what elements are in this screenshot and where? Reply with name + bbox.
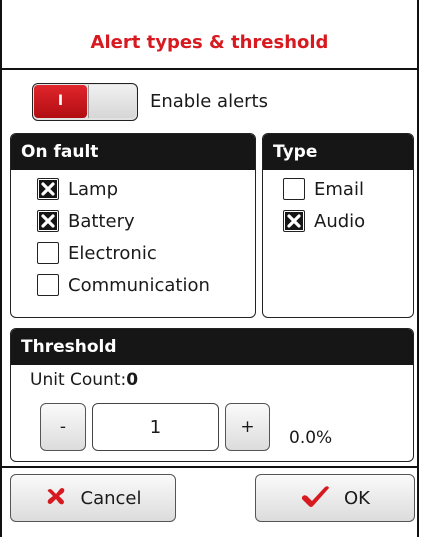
threshold-percent: 0.0%: [289, 428, 333, 448]
x-check-icon: [39, 180, 57, 198]
type-panel: Type Email Audio: [262, 133, 414, 318]
checkbox-label: Battery: [68, 210, 135, 232]
checkbox-email[interactable]: Email: [283, 176, 364, 202]
increment-button[interactable]: +: [225, 403, 270, 451]
dialog-title: Alert types & threshold: [90, 32, 329, 53]
checkbox-box: [283, 210, 305, 232]
checkbox-label: Lamp: [68, 178, 119, 200]
checkbox-box: [283, 178, 305, 200]
checkbox-label: Communication: [68, 274, 210, 296]
title-divider: [2, 68, 417, 70]
cancel-button[interactable]: Cancel: [10, 474, 176, 522]
footer-divider: [2, 466, 417, 468]
toggle-off-segment: [88, 85, 136, 118]
cancel-label: Cancel: [80, 487, 142, 509]
x-check-icon: [285, 212, 303, 230]
on-fault-heading: On fault: [11, 134, 255, 170]
unit-count-label: Unit Count:: [30, 370, 127, 390]
threshold-heading: Threshold: [11, 329, 413, 365]
threshold-value-field[interactable]: 1: [92, 403, 219, 451]
checkbox-label: Email: [314, 178, 364, 200]
checkbox-box: [37, 242, 59, 264]
toggle-on-segment: I: [34, 85, 87, 118]
decrement-button[interactable]: -: [40, 403, 86, 451]
checkbox-battery[interactable]: Battery: [37, 208, 135, 234]
checkbox-audio[interactable]: Audio: [283, 208, 365, 234]
red-x-icon: [45, 485, 67, 512]
red-check-icon: [300, 484, 330, 513]
checkbox-box: [37, 274, 59, 296]
enable-alerts-toggle[interactable]: I: [32, 83, 138, 121]
ok-label: OK: [344, 487, 370, 509]
checkbox-label: Electronic: [68, 242, 157, 264]
ok-button[interactable]: OK: [255, 474, 415, 522]
checkbox-box: [37, 210, 59, 232]
unit-count-value: 0: [126, 370, 139, 390]
increment-label: +: [240, 417, 255, 437]
decrement-label: -: [59, 417, 67, 437]
on-fault-panel: On fault Lamp Battery Electronic Communi…: [10, 133, 256, 318]
checkbox-electronic[interactable]: Electronic: [37, 240, 157, 266]
checkbox-communication[interactable]: Communication: [37, 272, 210, 298]
unit-count-readout: Unit Count:0: [30, 370, 138, 390]
checkbox-lamp[interactable]: Lamp: [37, 176, 118, 202]
x-check-icon: [39, 212, 57, 230]
checkbox-label: Audio: [314, 210, 366, 232]
type-heading: Type: [263, 134, 413, 170]
checkbox-box: [37, 178, 59, 200]
enable-alerts-label: Enable alerts: [150, 91, 268, 112]
